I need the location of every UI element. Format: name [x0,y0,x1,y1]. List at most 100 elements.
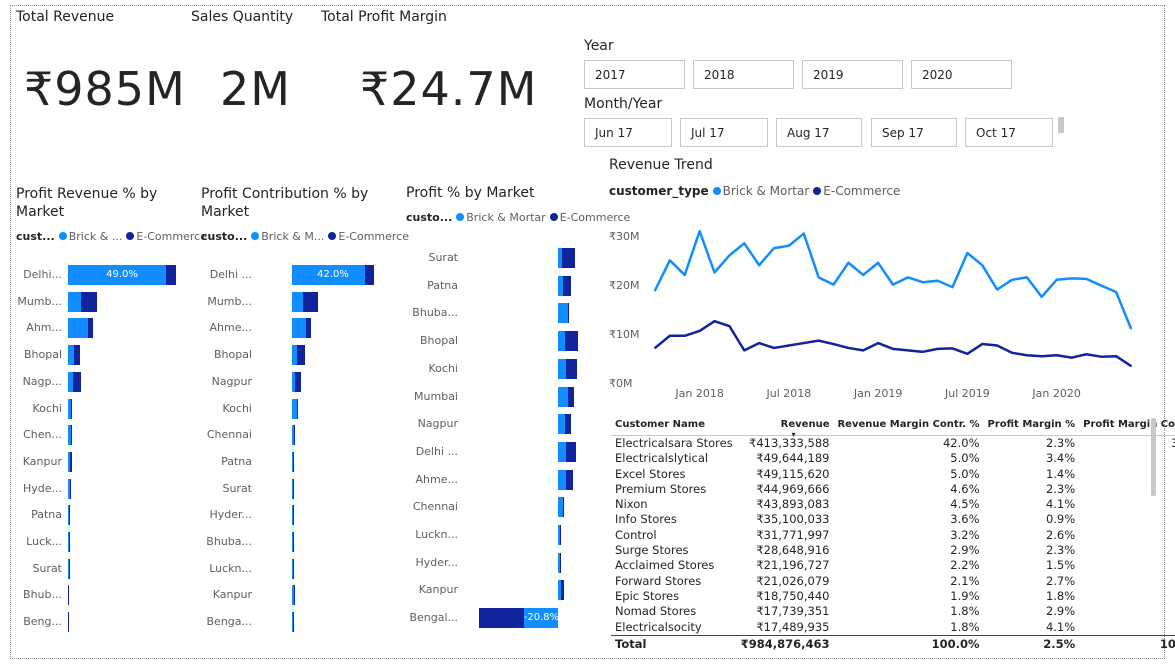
category-label: Nagpur [417,417,458,431]
legend-field-label: cust... [16,230,55,243]
month-chip-jun17[interactable]: Jun 17 [584,118,672,147]
table-row[interactable]: Acclaimed Stores ₹21,196,727 2.2% 1.5%1.3% [611,558,1175,573]
bar-e-commerce[interactable] [87,318,94,339]
table-row[interactable]: Control ₹31,771,997 3.2% 2.6%3.3% [611,528,1175,543]
bar-brick-mortar[interactable] [558,331,565,352]
bar-e-commerce[interactable] [567,386,575,407]
table-row[interactable]: Epic Stores ₹18,750,440 1.9% 1.8%1.3% [611,589,1175,604]
cell-profit-contr: 4.3% [1079,482,1175,497]
bar-e-commerce[interactable] [292,478,294,499]
bar-brick-mortar[interactable] [558,358,566,379]
revenue-trend-title: Revenue Trend [609,157,713,173]
total-label: Total [611,634,737,654]
month-chip-sep17[interactable]: Sep 17 [871,118,957,147]
bar-e-commerce[interactable] [81,291,97,312]
table-row[interactable]: Forward Stores ₹21,026,079 2.1% 2.7%2.3% [611,574,1175,589]
bar-brick-mortar[interactable] [558,386,568,407]
bar-e-commerce[interactable] [293,425,295,446]
bar-e-commerce[interactable] [562,497,565,518]
month-chip-aug17[interactable]: Aug 17 [776,118,862,147]
table-row[interactable]: Premium Stores ₹44,969,666 4.6% 2.3%4.3% [611,482,1175,497]
bar-e-commerce[interactable] [293,585,295,606]
bar-brick-mortar[interactable] [558,441,566,462]
year-chip-2019[interactable]: 2019 [802,60,903,89]
year-chip-2017[interactable]: 2017 [584,60,685,89]
legend-dot-brick-icon [456,213,465,221]
table-row[interactable]: Electricalsara Stores ₹413,333,588 42.0% 2.… [611,436,1175,452]
bar-e-commerce[interactable] [292,505,294,526]
legend-brick-label: Brick & Mortar [722,184,810,198]
bar-e-commerce[interactable] [559,552,561,573]
year-chip-2018[interactable]: 2018 [693,60,794,89]
legend-field-label: custo... [201,230,248,243]
category-label: Patna [427,278,458,292]
bar-e-commerce[interactable] [69,478,71,499]
table-row[interactable]: Nomad Stores ₹17,739,351 1.8% 2.9%2.1% [611,604,1175,619]
bar-e-commerce[interactable] [561,248,576,268]
sort-desc-icon: ▾ [791,429,796,439]
bar-e-commerce[interactable] [68,585,70,606]
bar-e-commerce[interactable] [74,345,81,366]
category-label: Mumb... [17,294,62,308]
bar-e-commerce[interactable] [292,558,294,579]
bar-brick-mortar[interactable] [292,318,306,339]
bar-e-commerce[interactable] [564,331,579,352]
table-row[interactable]: Excel Stores ₹49,115,620 5.0% 1.4%2.8% [611,467,1175,482]
bar-e-commerce[interactable] [71,398,73,419]
col-header-profit-margin[interactable]: Profit Margin % [983,413,1080,436]
total-profit-margin-value: ₹24.7M [360,62,538,116]
slicer-scrollbar[interactable] [1058,117,1064,133]
bar-e-commerce[interactable] [562,275,571,296]
bar-brick-mortar[interactable] [68,318,88,339]
bar-e-commerce[interactable] [68,558,70,579]
bar-brick-mortar[interactable] [68,291,82,312]
bar-e-commerce[interactable] [70,425,72,446]
month-chip-oct17[interactable]: Oct 17 [965,118,1053,147]
cell-profit-margin: 2.3% [1045,543,1076,558]
bar-e-commerce[interactable] [559,525,562,545]
category-label: Patna [31,508,62,522]
bar-e-commerce[interactable] [296,345,305,366]
table-scrollbar[interactable] [1151,418,1156,496]
bar-brick-mortar[interactable] [558,414,565,435]
bar-e-commerce[interactable] [561,580,564,601]
bar-e-commerce[interactable] [73,371,81,392]
bar-brick-mortar[interactable] [292,291,303,312]
bar-e-commerce[interactable] [292,612,294,633]
bar-e-commerce[interactable] [68,612,70,633]
table-row[interactable]: Info Stores ₹35,100,033 3.6% 0.9%1.3% [611,512,1175,527]
bar-e-commerce[interactable] [302,291,319,312]
cell-revenue-margin: 5.0% [950,466,980,481]
category-label: Hyde... [22,481,62,495]
table-row[interactable]: Electricalsocity ₹17,489,935 1.8% 4.1%2.9% [611,620,1175,636]
bar-e-commerce[interactable] [69,451,72,472]
bar-e-commerce[interactable] [296,398,298,419]
bar-e-commerce[interactable] [565,441,577,462]
col-header-customer[interactable]: Customer Name [611,413,737,436]
cell-customer: Premium Stores [615,481,707,496]
table-row[interactable]: Surge Stores ₹28,648,916 2.9% 2.3%2.7% [611,543,1175,558]
category-label: Ahm... [26,321,62,335]
bar-e-commerce[interactable] [68,532,70,552]
bar-e-commerce[interactable] [69,505,71,526]
category-label: Delhi ... [209,268,252,281]
bar-e-commerce[interactable] [566,469,574,490]
cell-customer: Nixon [615,497,648,512]
bar-brick-mortar[interactable] [558,303,568,324]
bar-e-commerce[interactable] [478,608,524,629]
bar-e-commerce[interactable] [567,303,570,324]
bar-e-commerce[interactable] [305,318,311,339]
col-header-revenue-margin[interactable]: Revenue Margin Contr. % [833,413,984,436]
month-chip-jul17[interactable]: Jul 17 [680,118,768,147]
table-row[interactable]: Electricalslytical ₹49,644,189 5.0% 3.4%6.8… [611,451,1175,466]
col-header-profit-contr[interactable]: Profit Margin Contr. % [1079,413,1175,436]
bar-brick-mortar[interactable] [558,469,567,490]
col-header-revenue[interactable]: Revenue ▾ [736,413,834,439]
bar-e-commerce[interactable] [294,371,301,392]
bar-e-commerce[interactable] [292,532,294,552]
bar-e-commerce[interactable] [565,358,577,379]
year-chip-2020[interactable]: 2020 [911,60,1012,89]
bar-e-commerce[interactable] [292,451,294,472]
bar-e-commerce[interactable] [564,414,571,435]
table-row[interactable]: Nixon ₹43,893,083 4.5% 4.1%7.2% [611,497,1175,512]
